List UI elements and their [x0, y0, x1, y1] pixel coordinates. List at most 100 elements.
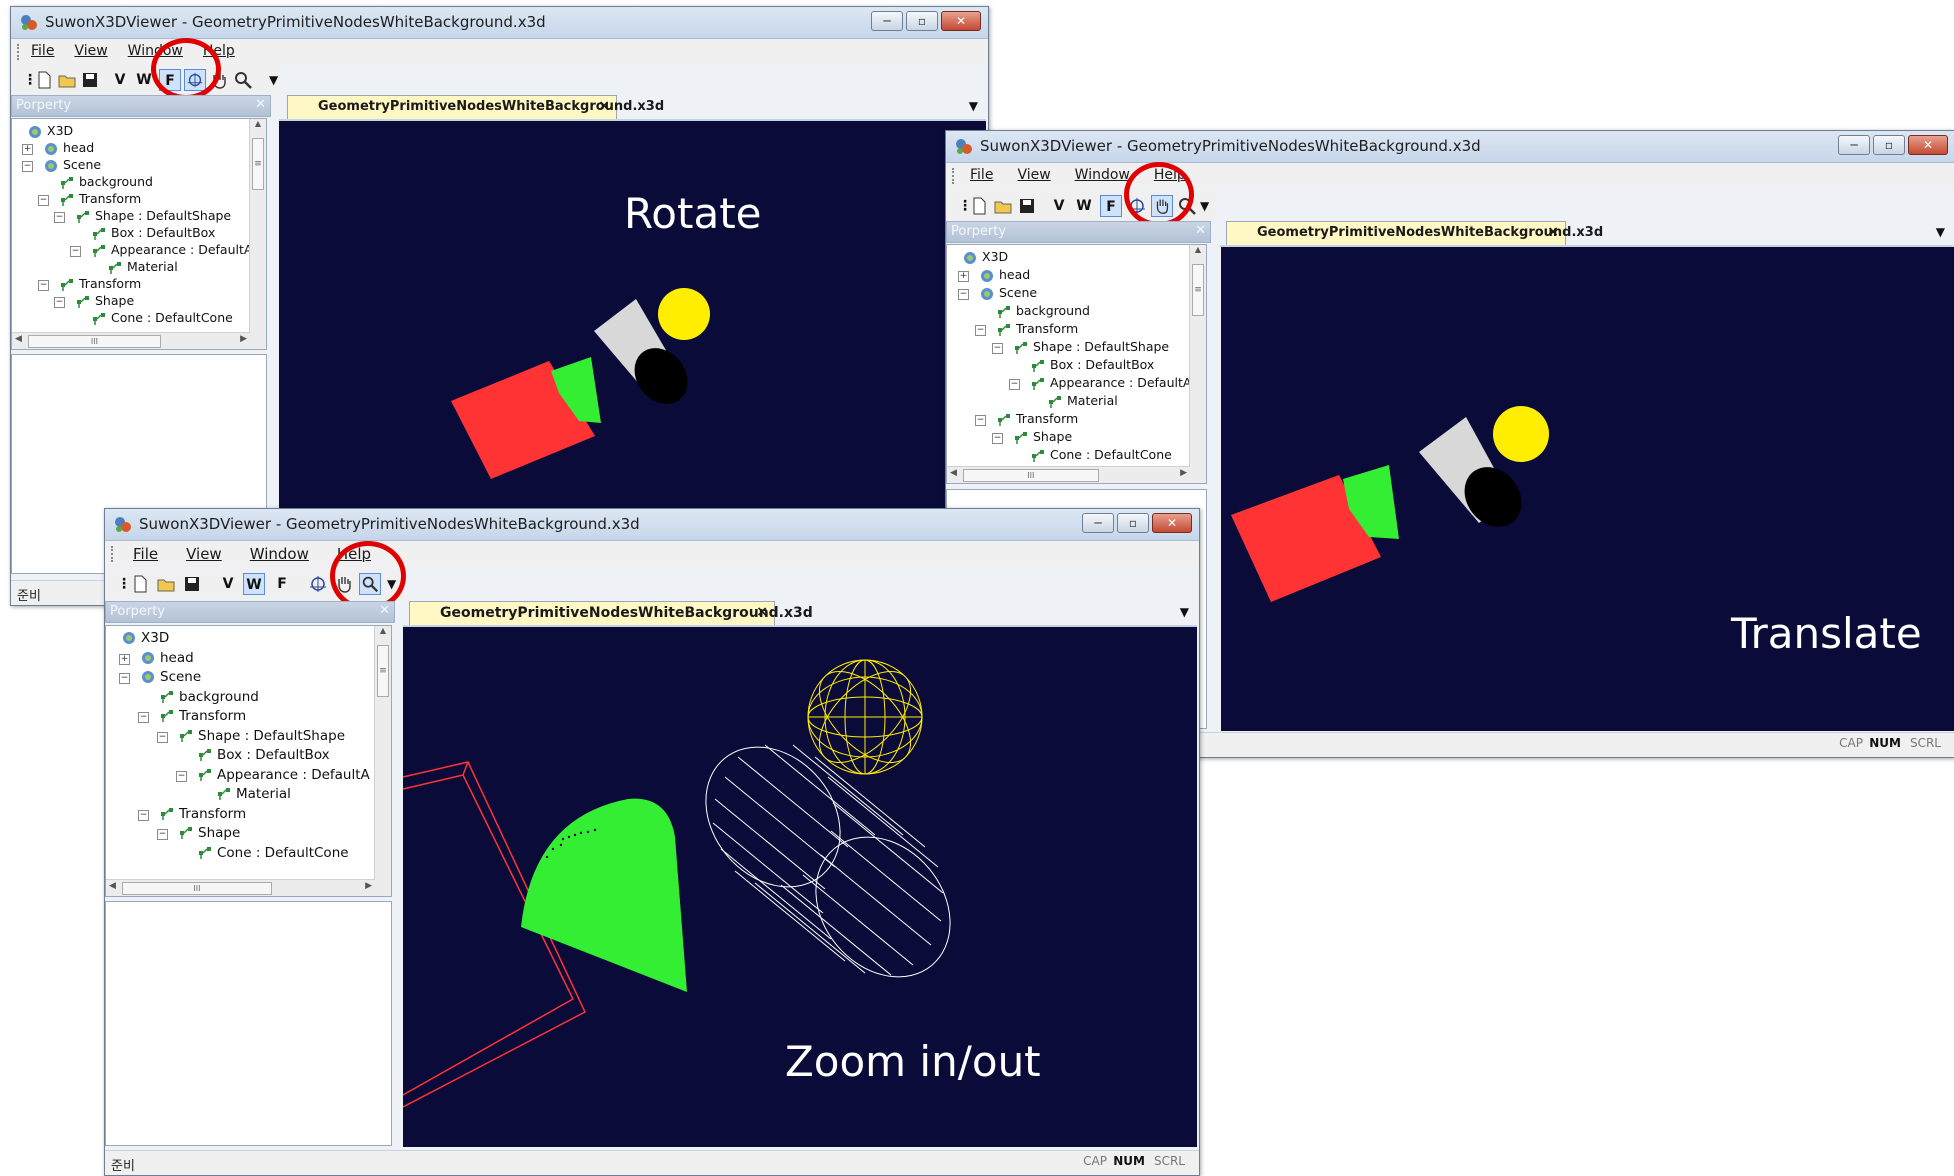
- panel-close-icon[interactable]: ✕: [255, 97, 266, 112]
- tab-list-dropdown-icon[interactable]: ▼: [1180, 605, 1189, 619]
- document-tab[interactable]: GeometryPrimitiveNodesWhiteBackground.x3…: [287, 95, 664, 119]
- scroll-thumb[interactable]: ≡: [377, 645, 389, 697]
- panel-close-icon[interactable]: ✕: [1195, 223, 1206, 238]
- open-folder-icon[interactable]: [992, 195, 1014, 217]
- menu-window[interactable]: Window: [1075, 167, 1130, 183]
- close-button[interactable]: ✕: [1908, 135, 1948, 155]
- wireframe-mode-button[interactable]: W: [1073, 195, 1095, 217]
- document-tab[interactable]: GeometryPrimitiveNodesWhiteBackground.x3…: [1226, 221, 1603, 245]
- tab-list-dropdown-icon[interactable]: ▼: [1936, 225, 1945, 239]
- rotate-tool-icon[interactable]: [307, 573, 329, 595]
- tree-item[interactable]: Scene: [141, 669, 201, 685]
- maximize-button[interactable]: ▫: [906, 11, 938, 31]
- tree-item[interactable]: Transform: [160, 806, 246, 822]
- tree-item[interactable]: Box : DefaultBox: [92, 225, 215, 241]
- scroll-thumb[interactable]: ≡: [1192, 264, 1204, 316]
- collapse-icon[interactable]: −: [119, 673, 130, 684]
- new-file-icon[interactable]: [968, 195, 990, 217]
- tree-item[interactable]: X3D: [963, 249, 1008, 265]
- vertical-scrollbar[interactable]: ▲ ≡: [374, 626, 391, 896]
- tree-item[interactable]: Transform: [997, 321, 1078, 337]
- horizontal-scrollbar[interactable]: ◀ III ▶: [106, 879, 375, 896]
- tree-item[interactable]: head: [44, 140, 94, 156]
- scroll-up-icon[interactable]: ▲: [250, 119, 266, 128]
- scroll-up-icon[interactable]: ▲: [375, 626, 391, 635]
- collapse-icon[interactable]: −: [22, 161, 33, 172]
- fill-mode-button[interactable]: F: [1100, 195, 1122, 217]
- tree-item[interactable]: head: [141, 650, 194, 666]
- expand-icon[interactable]: +: [119, 653, 130, 665]
- collapse-icon[interactable]: −: [157, 829, 168, 840]
- tree-item[interactable]: Shape: [179, 825, 240, 841]
- scroll-left-icon[interactable]: ◀: [15, 334, 22, 344]
- collapse-icon[interactable]: −: [38, 195, 49, 206]
- expand-icon[interactable]: +: [958, 271, 969, 282]
- tree-item[interactable]: Appearance : DefaultA: [198, 767, 370, 783]
- tree-item[interactable]: Cone : DefaultCone: [92, 310, 233, 326]
- collapse-icon[interactable]: −: [70, 246, 81, 257]
- menu-view[interactable]: View: [1017, 167, 1050, 183]
- title-bar[interactable]: SuwonX3DViewer - GeometryPrimitiveNodesW…: [105, 509, 1199, 541]
- scene-tree[interactable]: X3D + head − Scene background − Transform − Shape…: [946, 244, 1207, 484]
- vertex-mode-button[interactable]: V: [109, 69, 131, 91]
- menu-window[interactable]: Window: [250, 545, 309, 563]
- collapse-icon[interactable]: −: [54, 212, 65, 223]
- tree-item[interactable]: Scene: [980, 285, 1037, 301]
- collapse-icon[interactable]: −: [1009, 379, 1020, 390]
- vertical-scrollbar[interactable]: ▲ ≡: [1189, 245, 1206, 483]
- collapse-icon[interactable]: −: [38, 280, 49, 291]
- tree-item[interactable]: Transform: [60, 191, 141, 207]
- menu-file[interactable]: File: [31, 43, 54, 59]
- scroll-thumb[interactable]: III: [28, 335, 161, 348]
- tree-item[interactable]: Cone : DefaultCone: [1031, 447, 1172, 463]
- collapse-icon[interactable]: −: [975, 325, 986, 336]
- tree-item[interactable]: Material: [217, 786, 291, 802]
- save-icon[interactable]: [181, 573, 203, 595]
- tree-item[interactable]: X3D: [122, 630, 169, 646]
- save-icon[interactable]: [79, 69, 101, 91]
- scroll-right-icon[interactable]: ▶: [365, 881, 372, 891]
- tree-item[interactable]: Scene: [44, 157, 101, 173]
- tree-item[interactable]: Shape : DefaultShape: [1014, 339, 1169, 355]
- tree-item[interactable]: Box : DefaultBox: [1031, 357, 1154, 373]
- save-icon[interactable]: [1016, 195, 1038, 217]
- horizontal-scrollbar[interactable]: ◀ III ▶: [947, 466, 1190, 483]
- collapse-icon[interactable]: −: [138, 712, 149, 723]
- scene-tree[interactable]: X3D + head − Scene background − Transform − Shape…: [11, 118, 267, 350]
- tree-item[interactable]: Material: [1048, 393, 1118, 409]
- tree-item[interactable]: Shape : DefaultShape: [76, 208, 231, 224]
- collapse-icon[interactable]: −: [157, 731, 168, 743]
- maximize-button[interactable]: ▫: [1873, 135, 1905, 155]
- tab-close-icon[interactable]: ×: [1547, 224, 1559, 240]
- tree-item[interactable]: Transform: [997, 411, 1078, 427]
- expand-icon[interactable]: +: [22, 144, 33, 155]
- 3d-viewport[interactable]: Translate: [1221, 247, 1954, 731]
- grip-handle[interactable]: [111, 546, 116, 562]
- collapse-icon[interactable]: −: [992, 343, 1003, 354]
- tab-list-dropdown-icon[interactable]: ▼: [969, 99, 978, 113]
- scroll-right-icon[interactable]: ▶: [1180, 468, 1187, 478]
- horizontal-scrollbar[interactable]: ◀ III ▶: [12, 332, 250, 349]
- new-file-icon[interactable]: [129, 573, 151, 595]
- scroll-left-icon[interactable]: ◀: [109, 881, 116, 891]
- vertical-scrollbar[interactable]: ▲ ≡: [249, 119, 266, 349]
- tree-item[interactable]: Shape: [1014, 429, 1072, 445]
- new-file-icon[interactable]: [33, 69, 55, 91]
- collapse-icon[interactable]: −: [138, 809, 149, 821]
- scroll-thumb[interactable]: ≡: [252, 138, 264, 190]
- tree-item[interactable]: background: [160, 689, 259, 705]
- tree-item[interactable]: Transform: [160, 708, 246, 724]
- tree-item[interactable]: Appearance : DefaultA: [92, 242, 252, 258]
- open-folder-icon[interactable]: [155, 573, 177, 595]
- collapse-icon[interactable]: −: [975, 415, 986, 426]
- open-folder-icon[interactable]: [56, 69, 78, 91]
- minimize-button[interactable]: ─: [871, 11, 903, 31]
- minimize-button[interactable]: ─: [1838, 135, 1870, 155]
- tree-item[interactable]: Shape: [76, 293, 134, 309]
- toolbar-overflow-icon[interactable]: ▼: [269, 73, 278, 87]
- scroll-thumb[interactable]: III: [122, 882, 272, 895]
- zoom-magnifier-icon[interactable]: [232, 69, 254, 91]
- menu-file[interactable]: File: [133, 545, 158, 563]
- menu-view[interactable]: View: [186, 545, 222, 563]
- vertex-mode-button[interactable]: V: [1048, 195, 1070, 217]
